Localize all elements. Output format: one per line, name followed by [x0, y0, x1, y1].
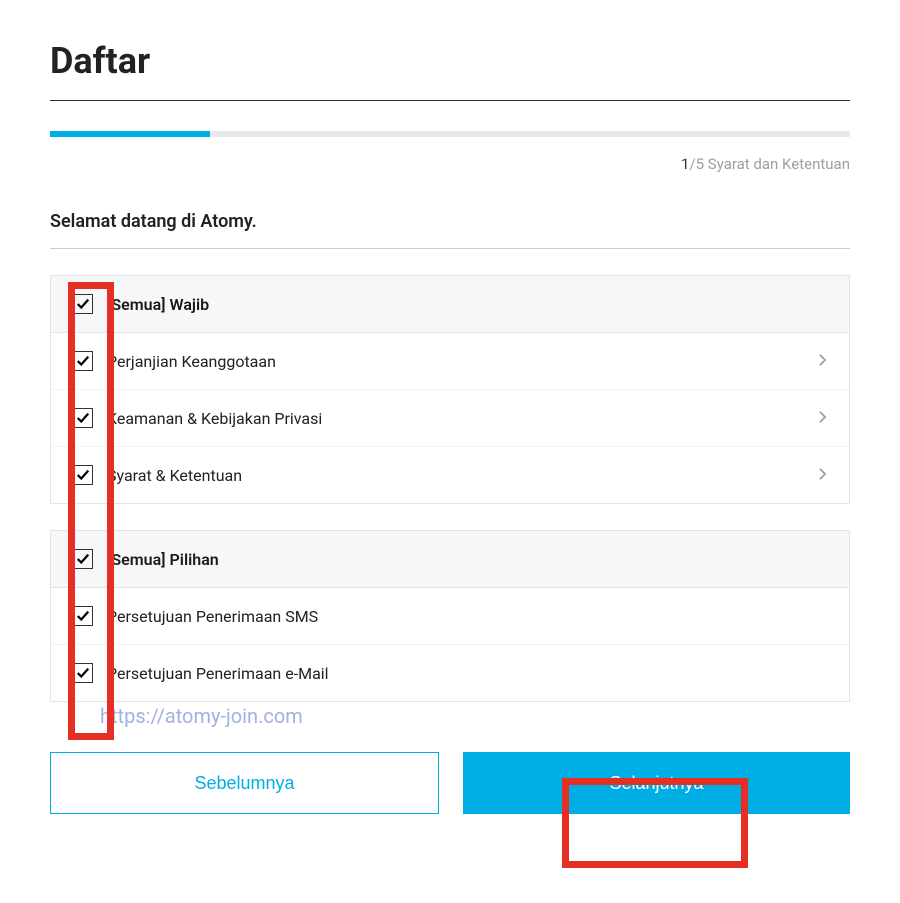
chevron-right-icon[interactable]: [818, 352, 827, 371]
chevron-right-icon[interactable]: [818, 466, 827, 485]
list-item: Perjanjian Keanggotaan: [51, 333, 849, 389]
required-all-label: [Semua] Wajib: [107, 295, 827, 314]
chevron-right-icon[interactable]: [818, 409, 827, 428]
required-section: [Semua] Wajib Perjanjian Keanggotaan Kea…: [50, 275, 850, 504]
list-item: Persetujuan Penerimaan e-Mail: [51, 644, 849, 701]
checkbox-all-optional[interactable]: [73, 549, 93, 569]
item-label: Keamanan & Kebijakan Privasi: [107, 409, 818, 428]
checkbox-terms[interactable]: [73, 465, 93, 485]
list-item: Syarat & Ketentuan: [51, 446, 849, 503]
optional-all-row: [Semua] Pilihan: [51, 531, 849, 588]
checkbox-privacy-policy[interactable]: [73, 408, 93, 428]
checkbox-all-required[interactable]: [73, 294, 93, 314]
checkbox-sms-consent[interactable]: [73, 606, 93, 626]
list-item: Keamanan & Kebijakan Privasi: [51, 389, 849, 446]
optional-all-label: [Semua] Pilihan: [107, 550, 827, 569]
checkbox-membership-agreement[interactable]: [73, 351, 93, 371]
checkbox-email-consent[interactable]: [73, 663, 93, 683]
button-bar: Sebelumnya Selanjutnya: [50, 752, 850, 814]
item-label: Perjanjian Keanggotaan: [107, 352, 818, 371]
progress-step-label: 1/5 Syarat dan Ketentuan: [50, 155, 850, 173]
item-label: Persetujuan Penerimaan e-Mail: [107, 664, 827, 683]
welcome-text: Selamat datang di Atomy.: [50, 211, 850, 249]
optional-section: [Semua] Pilihan Persetujuan Penerimaan S…: [50, 530, 850, 702]
previous-button[interactable]: Sebelumnya: [50, 752, 439, 814]
list-item: Persetujuan Penerimaan SMS: [51, 588, 849, 644]
item-label: Syarat & Ketentuan: [107, 466, 818, 485]
item-label: Persetujuan Penerimaan SMS: [107, 607, 827, 626]
page-title: Daftar: [50, 40, 850, 101]
progress-bar: 1/5 Syarat dan Ketentuan: [50, 131, 850, 173]
watermark-text: https://atomy-join.com: [100, 704, 303, 728]
required-all-row: [Semua] Wajib: [51, 276, 849, 333]
next-button[interactable]: Selanjutnya: [463, 752, 850, 814]
